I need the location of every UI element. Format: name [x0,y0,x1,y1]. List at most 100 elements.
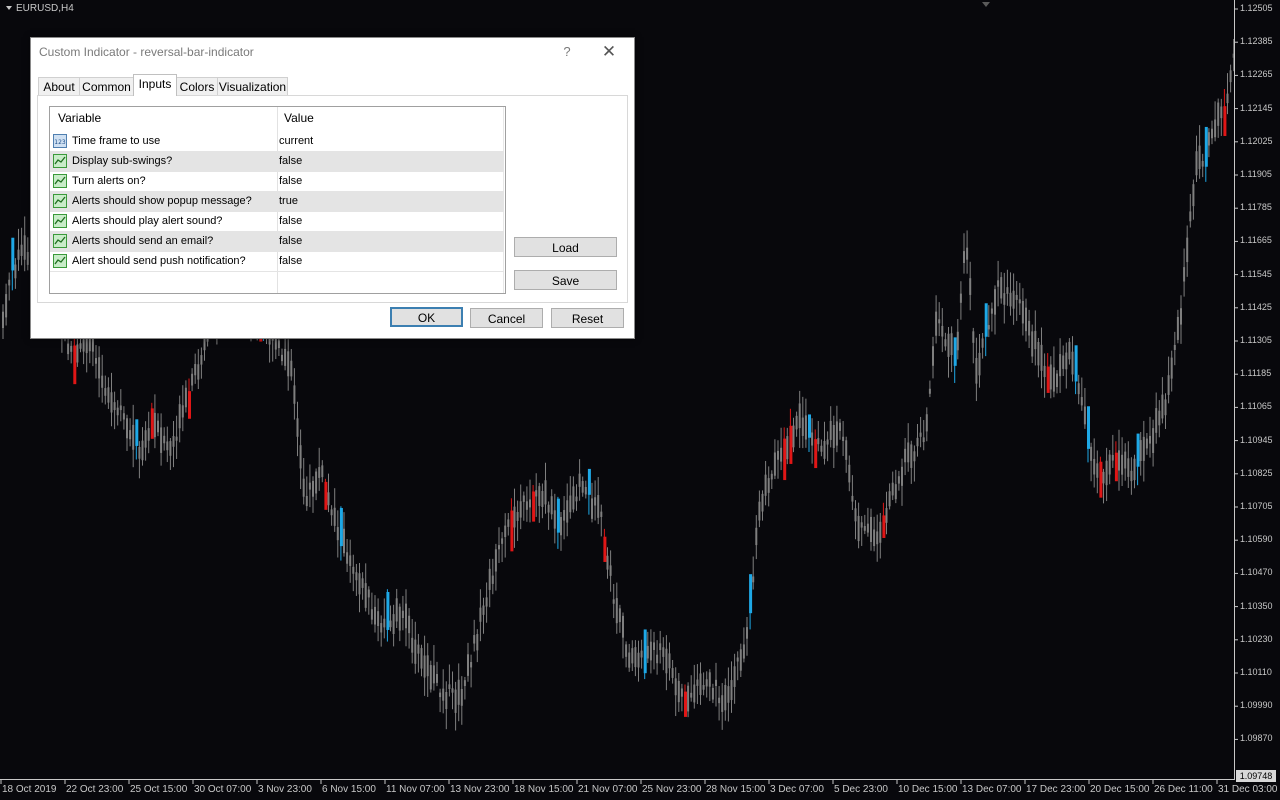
column-header-variable[interactable]: Variable [58,107,101,129]
candle-body [17,249,20,260]
column-header-value[interactable]: Value [284,107,314,129]
candle-body [1031,331,1034,357]
candle-body [935,311,938,336]
candle-body [1065,352,1068,370]
candle-body [470,662,473,668]
scroll-marker-icon[interactable] [982,2,990,7]
candle-body [349,555,352,566]
candle-body [978,352,981,376]
date-tick-label: 18 Oct 2019 [2,784,57,795]
candle-body [451,688,454,693]
save-button[interactable]: Save [514,270,617,290]
candle-body [188,391,191,419]
dialog-title: Custom Indicator - reversal-bar-indicato… [39,45,254,59]
candle-body [1071,351,1074,375]
price-tick-label: 1.12385 [1240,36,1273,47]
candle-body [736,657,739,662]
candle-body [1068,341,1071,360]
candle-body [724,684,727,711]
candle-body [587,468,591,495]
candle-body [699,673,702,695]
candle-body [367,589,370,598]
tab-colors[interactable]: Colors [176,77,218,96]
cancel-button[interactable]: Cancel [470,308,543,328]
candle-body [1040,344,1043,371]
candle-body [160,427,163,453]
candle-body [1111,454,1114,461]
candle-body [966,247,969,260]
candle-body [584,486,587,495]
variable-value[interactable]: false [279,231,302,251]
table-row[interactable]: Alerts should send an email? false [50,231,504,251]
table-row[interactable]: 123 Time frame to use current [50,131,504,151]
candle-body [389,620,392,628]
candle-body [984,303,988,337]
candle-body [594,497,597,506]
candle-body [1028,320,1031,336]
candle-body [680,688,683,697]
candle-body [163,435,166,444]
variable-value[interactable]: false [279,151,302,171]
candle-body [312,480,314,497]
candle-body [773,452,776,476]
inputs-table[interactable]: Variable Value 123 Time frame to use curre… [49,106,506,294]
candle-body [705,679,708,687]
candle-body [938,319,941,324]
candle-body [352,566,355,574]
variable-value[interactable]: false [279,251,302,271]
candle-body [792,425,795,448]
candle-body [1176,316,1179,340]
close-icon[interactable]: ✕ [599,42,619,62]
candle-body [467,654,469,676]
candle-body [730,680,733,701]
tab-common[interactable]: Common [79,77,134,96]
candle-body [547,504,550,513]
candle-body [597,495,600,518]
candle-body [488,568,491,590]
candle-body [392,614,395,635]
candle-body [755,527,758,546]
price-tick-label: 1.12145 [1240,102,1273,113]
candle-body [876,531,879,545]
dropdown-triangle-icon[interactable] [6,6,12,10]
variable-value[interactable]: current [279,131,313,151]
table-row[interactable]: Alert should send push notification? fals… [50,251,504,271]
candle-body [1114,452,1118,482]
tab-visualization[interactable]: Visualization [217,77,288,96]
candle-body [532,491,536,522]
help-icon[interactable]: ? [557,42,577,62]
tab-about[interactable]: About [38,77,80,96]
candle-body [339,508,343,547]
candle-body [1087,406,1090,449]
candle-body [1021,300,1024,324]
candle-body [485,597,488,607]
ok-button[interactable]: OK [390,307,463,327]
reset-button[interactable]: Reset [551,308,624,328]
candle-body [922,437,925,443]
candle-body [581,481,584,493]
variable-value[interactable]: false [279,211,302,231]
candle-body [14,264,17,279]
candle-body [386,592,390,630]
candle-body [888,491,891,507]
candle-body [507,519,510,527]
load-button[interactable]: Load [514,237,617,257]
price-tick-label: 1.10590 [1240,534,1273,545]
candle-body [702,685,705,690]
candle-body [975,357,978,384]
variable-value[interactable]: true [279,191,298,211]
candle-body [116,407,119,416]
candle-body [67,343,70,355]
table-row[interactable]: Display sub-swings? false [50,151,504,171]
candle-body [95,358,97,364]
candle-body [687,685,690,712]
table-row[interactable]: Turn alerts on? false [50,171,504,191]
candle-body [200,355,203,365]
candle-body [1037,341,1040,366]
tab-inputs[interactable]: Inputs [133,74,177,96]
candle-body [281,354,283,362]
table-row[interactable]: Alerts should play alert sound? false [50,211,504,231]
variable-value[interactable]: false [279,171,302,191]
candle-body [398,606,401,631]
table-row[interactable]: Alerts should show popup message? true [50,191,504,211]
